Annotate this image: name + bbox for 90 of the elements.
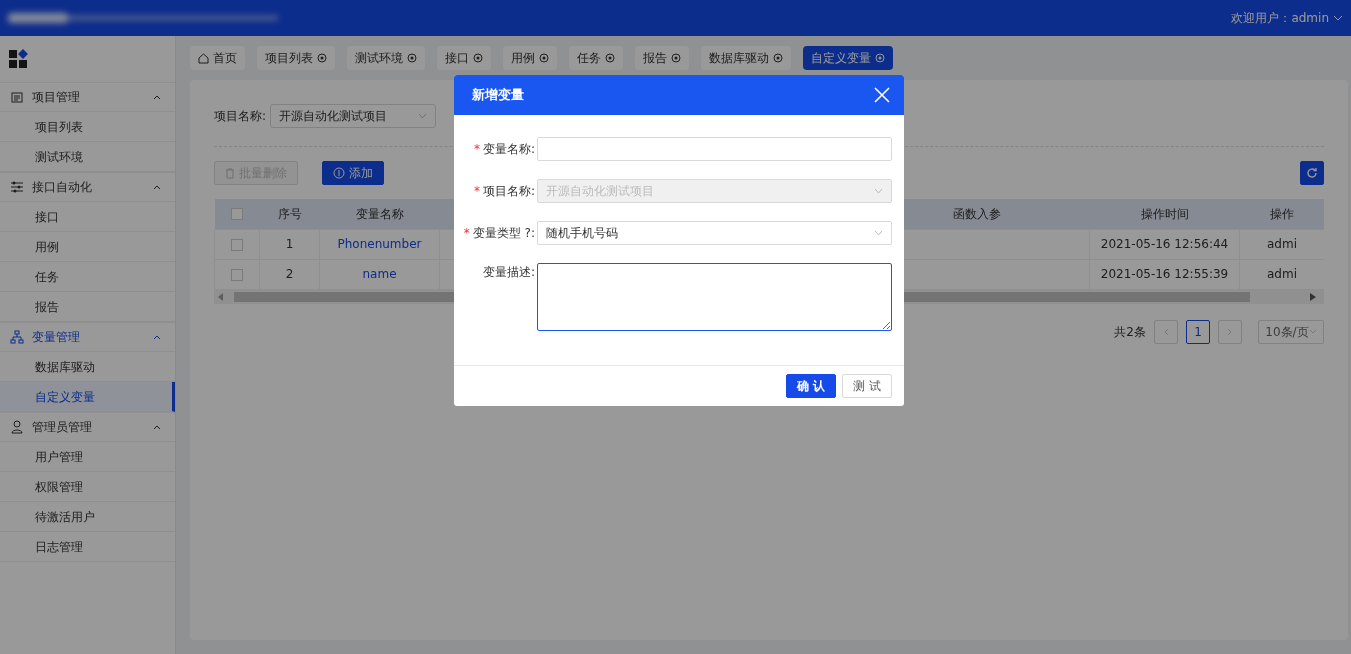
menu-item[interactable]: 报告 [0, 292, 175, 322]
menu-item[interactable]: 权限管理 [0, 472, 175, 502]
menu-item[interactable]: 日志管理 [0, 532, 175, 562]
close-icon[interactable] [473, 53, 483, 63]
field-label: 变量描述: [482, 265, 535, 279]
required-mark: * [473, 142, 480, 156]
confirm-button[interactable]: 确 认 [786, 374, 837, 398]
user-menu[interactable]: admin [1291, 9, 1329, 27]
select-field[interactable]: 随机手机号码 [537, 221, 892, 245]
chevron-left-icon [1163, 328, 1169, 336]
field-label: 项目名称: [482, 184, 535, 198]
close-icon[interactable] [605, 53, 615, 63]
test-button[interactable]: 测 试 [842, 374, 892, 398]
logo-icon [8, 11, 278, 25]
page-size-select[interactable]: 10条/页 [1258, 319, 1324, 344]
filter-label: 项目名称: [214, 108, 267, 125]
tab[interactable]: 接口 [437, 46, 491, 70]
tab[interactable]: 项目列表 [257, 46, 335, 70]
chevron-icon[interactable] [153, 334, 161, 340]
menu-item[interactable]: 项目列表 [0, 112, 175, 142]
total-count: 共2条 [1114, 323, 1146, 341]
home-icon [198, 52, 209, 64]
required-mark: * [473, 184, 480, 198]
column-header: 操作时间 [1140, 206, 1189, 221]
chevron-icon[interactable] [153, 184, 161, 190]
column-header: 变量名称 [355, 206, 404, 221]
add-button[interactable]: 添加 [322, 161, 384, 185]
menu-group[interactable]: 变量管理 [0, 322, 175, 352]
input-field[interactable] [537, 137, 892, 161]
chevron-icon[interactable] [153, 424, 161, 430]
refresh-icon [1306, 167, 1318, 179]
chevron-icon[interactable] [153, 94, 161, 100]
close-icon[interactable] [317, 53, 327, 63]
menu-item[interactable]: 自定义变量 [0, 382, 175, 412]
menu-item[interactable]: 用户管理 [0, 442, 175, 472]
close-icon[interactable] [539, 53, 549, 63]
table-cell: admi [1267, 237, 1297, 251]
close-icon[interactable] [407, 53, 417, 63]
field-label: 变量类型 ?: [472, 226, 535, 240]
row-checkbox[interactable] [231, 268, 243, 281]
menu-item[interactable]: 测试环境 [0, 142, 175, 172]
menu-group[interactable]: 接口自动化 [0, 172, 175, 202]
close-icon[interactable] [671, 53, 681, 63]
menu-group[interactable]: 管理员管理 [0, 412, 175, 442]
refresh-button[interactable] [1300, 161, 1324, 185]
column-header: 序号 [277, 206, 302, 221]
close-icon[interactable] [773, 53, 783, 63]
page-button[interactable]: 1 [1186, 319, 1210, 344]
table-cell: 2021-05-16 12:55:39 [1100, 267, 1229, 281]
hierarchy-icon [10, 330, 24, 344]
menu-group[interactable]: 项目管理 [0, 82, 175, 112]
user-icon [10, 420, 24, 434]
tab[interactable]: 测试环境 [347, 46, 425, 70]
tab[interactable]: 首页 [190, 46, 245, 70]
menu-item[interactable]: 接口 [0, 202, 175, 232]
plus-circle-icon [333, 167, 345, 179]
project-select[interactable]: 开源自动化测试项目 [270, 104, 437, 128]
tab[interactable]: 数据库驱动 [701, 46, 791, 70]
required-mark: * [463, 226, 470, 240]
menu-item[interactable]: 用例 [0, 232, 175, 262]
chevron-icon [418, 113, 428, 119]
table-cell: 1 [285, 237, 294, 251]
field-label: 变量名称: [482, 142, 535, 156]
scroll-right-icon[interactable] [1310, 292, 1316, 301]
greeting-text: 欢迎用户： [1231, 10, 1292, 27]
chevron-right-icon [1227, 328, 1233, 336]
chevron-icon [874, 230, 883, 236]
tab[interactable]: 报告 [635, 46, 689, 70]
chevron-icon [874, 188, 883, 194]
row-checkbox[interactable] [231, 238, 243, 251]
column-header: 操作 [1270, 206, 1294, 221]
tab[interactable]: 自定义变量 [803, 46, 893, 70]
select-all-checkbox[interactable] [231, 208, 243, 221]
table-cell: admi [1267, 267, 1297, 281]
table-cell: 2021-05-16 12:56:44 [1100, 237, 1229, 251]
dialog-title: 新增变量 [472, 86, 524, 105]
menu-item[interactable]: 任务 [0, 262, 175, 292]
chevron-icon [1308, 329, 1317, 334]
table-cell: 2 [285, 267, 294, 281]
description-field[interactable] [537, 263, 892, 331]
tab[interactable]: 用例 [503, 46, 557, 70]
variable-link[interactable]: name [362, 267, 397, 281]
caret-icon[interactable] [1333, 14, 1343, 22]
column-header: 函数入参 [953, 206, 1001, 221]
menu-item[interactable]: 待激活用户 [0, 502, 175, 532]
folder-icon [10, 90, 24, 104]
trash-icon [225, 167, 235, 179]
logo-icon [8, 49, 28, 69]
tab[interactable]: 任务 [569, 46, 623, 70]
sliders-icon [10, 180, 24, 194]
